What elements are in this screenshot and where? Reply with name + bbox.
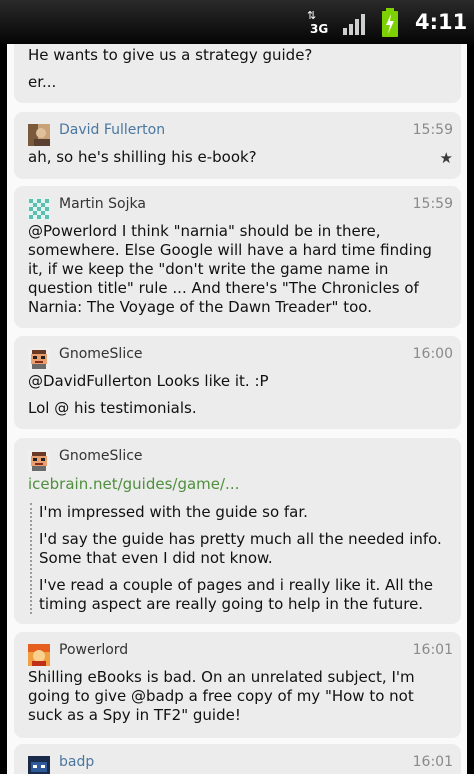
- message-author[interactable]: Martin Sojka: [59, 195, 146, 213]
- badp-avatar[interactable]: [28, 756, 50, 774]
- chat-message[interactable]: David Fullerton 15:59 ah, so he's shilli…: [14, 112, 461, 179]
- powerlord-avatar[interactable]: [28, 644, 50, 666]
- chat-message[interactable]: GnomeSlice icebrain.net/guides/game/... …: [14, 438, 461, 624]
- message-text: Shilling eBooks is bad. On an unrelated …: [28, 668, 415, 724]
- message-text: ah, so he's shilling his e-book?: [28, 148, 257, 166]
- status-bar: ⇅ 3G 4:11: [0, 0, 474, 44]
- message-text: @Powerlord I think "narnia" should be in…: [28, 222, 432, 316]
- message-author[interactable]: Powerlord: [59, 641, 128, 659]
- message-link[interactable]: icebrain.net/guides/game/...: [28, 475, 451, 494]
- david-fullerton-avatar[interactable]: [28, 124, 50, 146]
- message-line: @DavidFullerton Looks like it. :P: [28, 372, 269, 390]
- message-author[interactable]: David Fullerton: [59, 121, 165, 139]
- chat-message[interactable]: badp 16:01: [14, 744, 461, 774]
- battery-charging-icon: [382, 8, 398, 37]
- quote-line: I'd say the guide has pretty much all th…: [39, 530, 442, 567]
- quote-block: I'm impressed with the guide so far. I'd…: [30, 503, 451, 614]
- network-3g-icon: ⇅ 3G: [307, 9, 329, 36]
- message-time: 15:59: [412, 196, 453, 212]
- message-line: Lol @ his testimonials.: [28, 399, 197, 417]
- signal-bars-icon: [343, 14, 365, 35]
- gnomeslice-avatar[interactable]: [28, 450, 50, 472]
- message-author[interactable]: GnomeSlice: [59, 447, 143, 465]
- message-time: 15:59: [412, 122, 453, 138]
- network-type: 3G: [310, 22, 329, 36]
- chat-message[interactable]: Powerlord 16:01 Shilling eBooks is bad. …: [14, 632, 461, 738]
- gnomeslice-avatar[interactable]: [28, 348, 50, 370]
- message-author[interactable]: badp: [59, 753, 94, 771]
- message-time: 16:01: [412, 754, 453, 770]
- quote-line: I'm impressed with the guide so far.: [39, 503, 308, 521]
- clock: 4:11: [415, 10, 468, 34]
- message-line: He wants to give us a strategy guide?: [28, 46, 313, 64]
- star-icon[interactable]: ★: [440, 149, 453, 167]
- chat-message[interactable]: GnomeSlice 16:00 @DavidFullerton Looks l…: [14, 336, 461, 429]
- martin-sojka-avatar[interactable]: [28, 198, 50, 220]
- quote-line: I've read a couple of pages and i really…: [39, 576, 434, 613]
- message-time: 16:01: [412, 642, 453, 658]
- chat-message[interactable]: Martin Sojka 15:59 @Powerlord I think "n…: [14, 186, 461, 328]
- message-time: 16:00: [412, 346, 453, 362]
- chat-message: He wants to give us a strategy guide? er…: [14, 44, 461, 103]
- chat-transcript[interactable]: He wants to give us a strategy guide? er…: [7, 44, 467, 774]
- message-author[interactable]: GnomeSlice: [59, 345, 143, 363]
- message-line: er...: [28, 73, 57, 91]
